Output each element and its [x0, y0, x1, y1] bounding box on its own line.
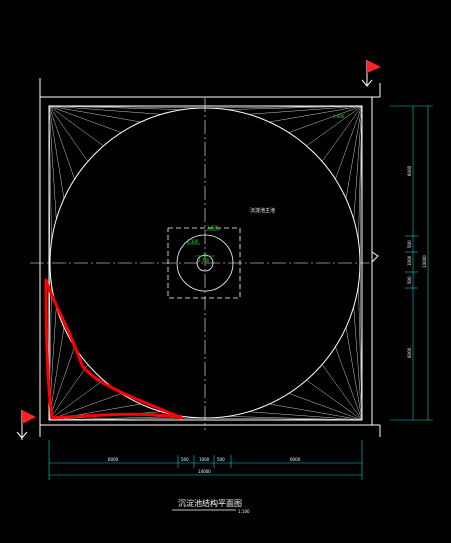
cad-drawing-canvas[interactable]: 3.600 3.300 2.700 沉淀池主池 3.600 6000 500 1…: [0, 0, 451, 543]
dim-right-4: 500: [407, 276, 412, 284]
fan-line: [227, 416, 363, 421]
fan-line: [269, 105, 363, 123]
fan-line: [48, 105, 104, 147]
fan-line: [227, 105, 363, 110]
right-dimension-chain: 6000 500 1000 500 6000 14000: [390, 105, 433, 421]
fan-line: [269, 403, 363, 421]
dim-right-3: 1000: [407, 255, 412, 266]
drawing-title: 沉淀池结构平面图: [178, 498, 242, 508]
dim-bottom-total: 14000: [198, 469, 211, 474]
dim-bottom-5: 6000: [290, 457, 301, 462]
fan-line: [48, 364, 89, 421]
elevation-mark-center: 2.700: [198, 258, 210, 263]
dim-right-total: 14000: [422, 255, 427, 268]
fan-line: [48, 105, 89, 162]
elevation-mark-mid: 3.300: [187, 239, 199, 244]
flag-marker-bottom[interactable]: [16, 410, 36, 440]
drawing-scale: 1:100: [238, 509, 250, 514]
flag-icon: [367, 60, 381, 73]
fan-line: [345, 105, 363, 199]
fan-line: [306, 105, 363, 147]
fan-line: [288, 105, 363, 133]
dim-right-1: 6000: [407, 165, 412, 176]
fan-line: [48, 105, 183, 110]
fan-line: [335, 346, 363, 421]
break-symbol: [371, 251, 379, 263]
fan-line: [288, 393, 363, 421]
corner-elevation-mark: 3.600: [333, 114, 345, 119]
dim-bottom-2: 500: [181, 457, 189, 462]
dim-right-5: 6000: [407, 347, 412, 358]
bottom-dimension-chain: 6000 500 1000 500 6000 14000: [48, 440, 363, 480]
fan-line: [358, 285, 363, 421]
fan-line: [48, 105, 141, 123]
dim-right-2: 500: [407, 240, 412, 248]
center-lines: [30, 98, 370, 430]
fan-line: [345, 327, 363, 421]
dim-bottom-1: 6000: [108, 457, 119, 462]
red-markup-annotation: [44, 278, 184, 420]
fan-line: [358, 105, 363, 241]
dim-bottom-3: 1000: [199, 457, 210, 462]
dim-bottom-4: 500: [217, 457, 225, 462]
flag-icon: [22, 410, 36, 424]
fan-line: [306, 379, 363, 421]
flag-marker-top[interactable]: [361, 60, 381, 87]
tank-label: 沉淀池主池: [250, 207, 275, 214]
tank-walls: [39, 78, 381, 437]
fan-line: [48, 105, 65, 199]
fan-line: [48, 105, 122, 133]
fan-line: [321, 364, 363, 421]
elevation-mark-top: 3.600: [207, 225, 219, 230]
